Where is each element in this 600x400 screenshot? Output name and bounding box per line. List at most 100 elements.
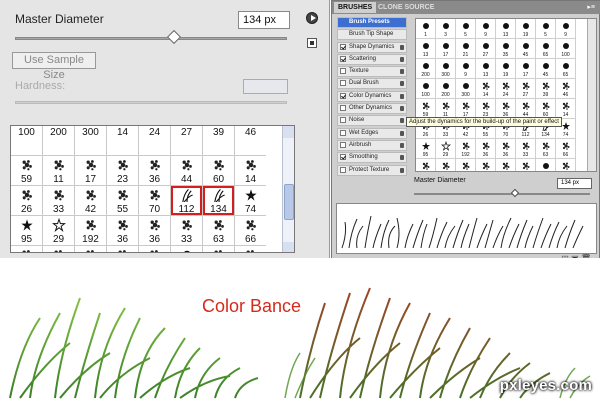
brush-preset-cell-small[interactable]: 39 xyxy=(416,159,435,171)
menu-item-texture[interactable]: Texture xyxy=(337,66,407,78)
lock-icon[interactable] xyxy=(400,56,404,62)
brush-preset-cell[interactable]: 33 xyxy=(43,186,74,215)
brush-preset-cell-small[interactable]: 9 xyxy=(556,19,575,38)
menu-item-airbrush[interactable]: Airbrush xyxy=(337,139,407,151)
panel-menu-arrow-icon[interactable] xyxy=(306,12,318,24)
menu-item-noise[interactable]: Noise xyxy=(337,115,407,127)
menu-item-scattering[interactable]: Scattering xyxy=(337,53,407,65)
brush-preset-cell-small[interactable]: 75 xyxy=(556,159,575,171)
lock-icon[interactable] xyxy=(400,155,404,161)
panel-options-icon[interactable]: ▸≡ xyxy=(587,3,595,11)
new-preset-icon[interactable] xyxy=(307,38,317,48)
brush-preset-cell-small[interactable]: 45 xyxy=(516,39,535,58)
brush-preset-cell-small[interactable]: 14 xyxy=(476,79,495,98)
brush-preset-cell[interactable] xyxy=(107,246,138,252)
checkbox[interactable] xyxy=(340,68,346,75)
brush-preset-cell[interactable]: 59 xyxy=(11,156,42,185)
brush-preset-cell-small[interactable]: 55 xyxy=(516,159,535,171)
brush-preset-cell-small[interactable]: 3 xyxy=(436,19,455,38)
brush-preset-cell-small[interactable]: 9 xyxy=(456,59,475,78)
brush-preset-cell-small[interactable]: 100 xyxy=(536,159,555,171)
brush-preset-cell-small[interactable]: 13 xyxy=(476,59,495,78)
menu-item-brush-tip-shape[interactable]: Brush Tip Shape xyxy=(337,29,407,41)
brush-preset-cell[interactable] xyxy=(43,246,74,252)
use-sample-size-button[interactable]: Use Sample Size xyxy=(12,52,96,81)
brush-preset-cell-small[interactable]: 13 xyxy=(496,19,515,38)
brush-preset-cell-small[interactable]: 32 xyxy=(496,159,515,171)
brush-preset-cell-small[interactable]: 9 xyxy=(476,19,495,38)
brush-preset-cell[interactable]: 23 xyxy=(107,156,138,185)
checkbox[interactable] xyxy=(340,80,346,87)
brush-preset-cell[interactable]: 192 xyxy=(75,216,106,245)
brush-preset-cell-small[interactable]: 65 xyxy=(536,39,555,58)
lock-icon[interactable] xyxy=(400,93,404,99)
lock-icon[interactable] xyxy=(400,44,404,50)
brush-preset-cell-small[interactable]: 24 xyxy=(496,79,515,98)
brush-preset-cell[interactable]: 17 xyxy=(75,156,106,185)
checkbox[interactable] xyxy=(340,129,346,136)
brush-preset-cell[interactable]: 66 xyxy=(235,216,266,245)
brush-preset-cell[interactable]: 36 xyxy=(107,216,138,245)
brush-preset-cell-small[interactable]: 33 xyxy=(516,139,535,158)
brush-list-scrollbar[interactable] xyxy=(282,126,294,252)
master-diameter-input-small[interactable]: 134 px xyxy=(557,178,592,189)
brush-preset-cell[interactable]: 300 xyxy=(75,126,106,155)
brush-preset-cell[interactable]: 74 xyxy=(235,186,266,215)
brush-preset-cell-small[interactable]: 200 xyxy=(436,79,455,98)
brush-preset-cell-small[interactable]: 100 xyxy=(556,39,575,58)
brush-preset-cell-small[interactable]: 100 xyxy=(416,79,435,98)
checkbox[interactable] xyxy=(340,166,346,173)
brush-preset-cell[interactable] xyxy=(11,246,42,252)
brush-preset-cell-small[interactable]: 39 xyxy=(536,79,555,98)
menu-item-protect-texture[interactable]: Protect Texture xyxy=(337,164,407,176)
menu-item-smoothing[interactable]: Smoothing xyxy=(337,152,407,164)
brush-preset-cell[interactable]: 70 xyxy=(139,186,170,215)
brush-preset-cell-small[interactable]: 65 xyxy=(556,59,575,78)
hardness-slider[interactable] xyxy=(15,101,287,104)
brush-preset-cell-small[interactable]: 48 xyxy=(476,159,495,171)
brush-preset-cell[interactable]: 14 xyxy=(235,156,266,185)
checkbox[interactable] xyxy=(340,92,346,99)
brush-preset-cell-small[interactable]: 17 xyxy=(436,39,455,58)
brush-preset-cell[interactable]: 63 xyxy=(203,216,234,245)
brush-preset-cell[interactable]: 33 xyxy=(171,216,202,245)
scroll-down-icon[interactable] xyxy=(283,242,294,252)
brush-preset-cell-small[interactable]: 5 xyxy=(456,19,475,38)
lock-icon[interactable] xyxy=(400,167,404,173)
brush-preset-cell-small[interactable]: 27 xyxy=(516,79,535,98)
brush-preset-cell-small[interactable]: 45 xyxy=(536,59,555,78)
brush-preset-cell-small[interactable]: 35 xyxy=(496,39,515,58)
lock-icon[interactable] xyxy=(400,81,404,87)
brush-preset-cell-small[interactable]: 23 xyxy=(476,99,495,118)
brush-preset-cell-small[interactable]: 11 xyxy=(436,99,455,118)
brush-preset-cell-small[interactable]: 5 xyxy=(536,19,555,38)
brush-preset-cell-small[interactable]: 60 xyxy=(536,99,555,118)
menu-item-color-dynamics[interactable]: Color Dynamics xyxy=(337,90,407,102)
brush-preset-cell[interactable]: 100 xyxy=(11,126,42,155)
brush-preset-cell-small[interactable]: 46 xyxy=(556,79,575,98)
brush-preset-cell-small[interactable]: 13 xyxy=(416,39,435,58)
checkbox[interactable] xyxy=(340,105,346,112)
menu-item-wet-edges[interactable]: Wet Edges xyxy=(337,127,407,139)
brush-preset-cell[interactable]: 24 xyxy=(139,126,170,155)
menu-item-shape-dynamics[interactable]: Shape Dynamics xyxy=(337,41,407,53)
brush-preset-cell[interactable]: 36 xyxy=(139,156,170,185)
brush-preset-cell-small[interactable]: 19 xyxy=(516,19,535,38)
brush-preset-cell[interactable]: 26 xyxy=(11,186,42,215)
brush-preset-cell[interactable]: 200 xyxy=(43,126,74,155)
brush-preset-cell[interactable]: 39 xyxy=(203,126,234,155)
brush-preset-cell-small[interactable]: 44 xyxy=(516,99,535,118)
brush-preset-cell-small[interactable]: 63 xyxy=(536,139,555,158)
brush-preset-cell[interactable]: 134 xyxy=(203,186,234,215)
checkbox[interactable] xyxy=(340,117,346,124)
brush-preset-cell-small[interactable]: 27 xyxy=(476,39,495,58)
checkbox[interactable] xyxy=(340,43,346,50)
brush-preset-cell[interactable] xyxy=(235,246,266,252)
checkbox[interactable] xyxy=(340,141,346,148)
brush-preset-cell-small[interactable]: 192 xyxy=(456,139,475,158)
brush-preset-cell[interactable]: 42 xyxy=(75,186,106,215)
brush-preset-cell[interactable]: 14 xyxy=(107,126,138,155)
lock-icon[interactable] xyxy=(400,69,404,75)
menu-item-brush-presets[interactable]: Brush Presets xyxy=(337,17,407,28)
brush-preset-cell-small[interactable]: 59 xyxy=(416,99,435,118)
